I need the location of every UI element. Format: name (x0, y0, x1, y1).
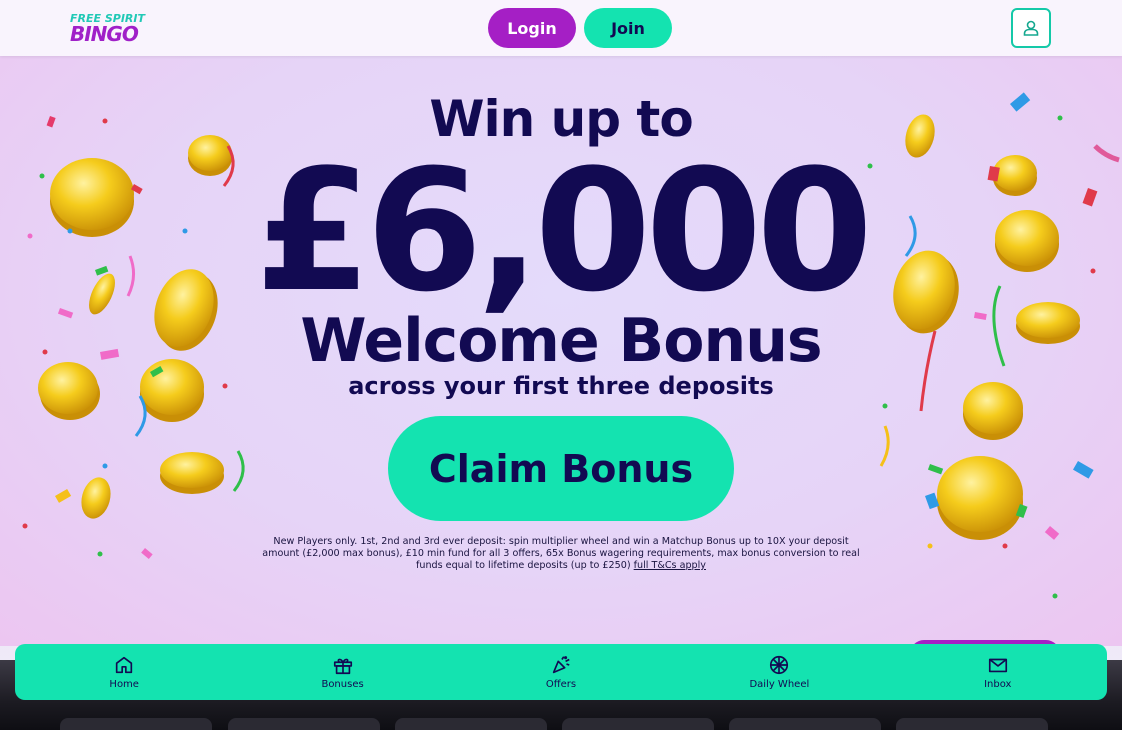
hero-headline-bottom: Welcome Bonus (300, 306, 822, 376)
terms-text: New Players only. 1st, 2nd and 3rd ever … (262, 536, 860, 572)
nav-home[interactable]: Home (64, 654, 184, 690)
coin-icon (937, 456, 1023, 540)
site-header: FREE SPIRIT BINGO Login Join (0, 0, 1122, 56)
nav-inbox-label: Inbox (984, 679, 1012, 690)
game-tile[interactable] (729, 718, 881, 730)
nav-bonuses[interactable]: Bonuses (283, 654, 403, 690)
party-popper-icon (552, 656, 570, 674)
game-tile[interactable] (896, 718, 1048, 730)
claim-bonus-button[interactable]: Claim Bonus (388, 416, 734, 521)
game-tile[interactable] (395, 718, 547, 730)
nav-offers-label: Offers (545, 679, 577, 690)
game-tile[interactable] (228, 718, 380, 730)
coin-icon (81, 477, 111, 519)
join-button[interactable]: Join (584, 8, 672, 48)
nav-home-label: Home (109, 679, 139, 690)
hero-bonus-amount: £6,000 (254, 133, 873, 329)
terms-link[interactable]: full T&Cs apply (634, 560, 706, 571)
wheel-icon (770, 655, 789, 675)
coin-icon (160, 452, 224, 494)
account-button[interactable] (1011, 8, 1051, 48)
nav-offers[interactable]: Offers (501, 654, 621, 690)
logo-text-bottom: BINGO (70, 22, 139, 46)
gift-icon (333, 658, 352, 675)
nav-daily-wheel-label: Daily Wheel (749, 679, 810, 690)
nav-daily-wheel[interactable]: Daily Wheel (719, 654, 839, 690)
game-tile[interactable] (562, 718, 714, 730)
user-icon (1023, 20, 1039, 36)
site-logo[interactable]: FREE SPIRIT BINGO (70, 12, 150, 46)
home-icon (116, 656, 133, 674)
nav-bonuses-label: Bonuses (321, 679, 364, 690)
game-tile[interactable] (60, 718, 212, 730)
login-button[interactable]: Login (488, 8, 576, 48)
envelope-icon (988, 658, 1007, 673)
hero-banner: Win up to £6,000 Welcome Bonus across yo… (0, 56, 1122, 646)
nav-inbox[interactable]: Inbox (938, 654, 1058, 690)
hero-subline: across your first three deposits (348, 372, 774, 400)
terms-body: New Players only. 1st, 2nd and 3rd ever … (262, 536, 860, 571)
bottom-nav: Home Bonuses Offers Daily Wheel Inbox (15, 644, 1107, 700)
